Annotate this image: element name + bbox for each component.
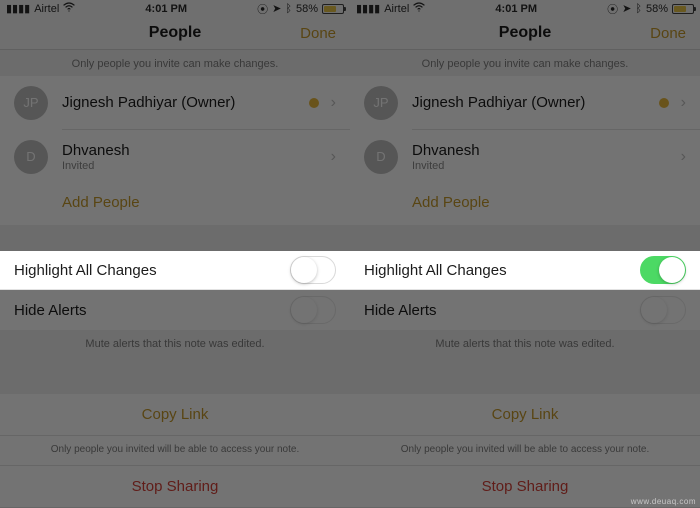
clock: 4:01 PM (495, 3, 537, 15)
setting-label: Hide Alerts (14, 302, 87, 319)
wifi-icon (63, 2, 75, 15)
avatar: D (14, 140, 48, 174)
location-icon: ➤ (272, 2, 281, 15)
mute-note: Mute alerts that this note was edited. (0, 330, 350, 374)
bluetooth-icon: ᛒ (285, 3, 292, 15)
setting-label: Hide Alerts (364, 302, 437, 319)
access-note: Only people you invited will be able to … (0, 436, 350, 466)
location-icon: ➤ (622, 2, 631, 15)
alarm-icon: ⦿ (607, 1, 618, 17)
battery-pct: 58% (646, 3, 668, 15)
watermark: www.deuaq.com (631, 497, 696, 506)
actions: Copy Link Only people you invited will b… (350, 394, 700, 508)
signal-icon: ▮▮▮▮ (356, 2, 380, 15)
carrier-label: Airtel (384, 3, 409, 15)
highlight-changes-row[interactable]: Highlight All Changes (0, 251, 350, 291)
bluetooth-icon: ᛒ (635, 3, 642, 15)
person-row-invited[interactable]: D Dhvanesh Invited › (0, 130, 350, 184)
person-status: Invited (62, 160, 323, 172)
battery-icon (672, 4, 694, 14)
highlight-changes-row[interactable]: Highlight All Changes (350, 251, 700, 291)
status-bar: ▮▮▮▮ Airtel 4:01 PM ⦿ ➤ ᛒ 58% (350, 0, 700, 17)
person-row-owner[interactable]: JP Jignesh Padhiyar (Owner) › (350, 76, 700, 130)
signal-icon: ▮▮▮▮ (6, 2, 30, 15)
wifi-icon (413, 2, 425, 15)
right-screenshot: ▮▮▮▮ Airtel 4:01 PM ⦿ ➤ ᛒ 58% People Don… (350, 0, 700, 508)
hide-alerts-toggle[interactable] (640, 296, 686, 324)
avatar: D (364, 140, 398, 174)
highlight-changes-toggle[interactable] (290, 256, 336, 284)
mute-note: Mute alerts that this note was edited. (350, 330, 700, 374)
chevron-right-icon: › (681, 148, 686, 166)
access-note: Only people you invited will be able to … (350, 436, 700, 466)
hide-alerts-row[interactable]: Hide Alerts (350, 290, 700, 330)
copy-link-button[interactable]: Copy Link (0, 394, 350, 436)
person-row-owner[interactable]: JP Jignesh Padhiyar (Owner) › (0, 76, 350, 130)
avatar: JP (364, 86, 398, 120)
status-bar: ▮▮▮▮ Airtel 4:01 PM ⦿ ➤ ᛒ 58% (0, 0, 350, 17)
invite-hint: Only people you invite can make changes. (350, 50, 700, 76)
page-title: People (149, 24, 201, 42)
setting-label: Highlight All Changes (14, 262, 157, 279)
done-button[interactable]: Done (650, 25, 686, 42)
left-screenshot: ▮▮▮▮ Airtel 4:01 PM ⦿ ➤ ᛒ 58% People Don… (0, 0, 350, 508)
battery-pct: 58% (296, 3, 318, 15)
avatar: JP (14, 86, 48, 120)
add-people-button[interactable]: Add People (0, 184, 350, 225)
person-name: Jignesh Padhiyar (Owner) (62, 94, 309, 111)
clock: 4:01 PM (145, 3, 187, 15)
owner-dot-icon (309, 98, 319, 108)
add-people-button[interactable]: Add People (350, 184, 700, 225)
chevron-right-icon: › (331, 94, 336, 112)
chevron-right-icon: › (331, 148, 336, 166)
people-list: JP Jignesh Padhiyar (Owner) › D Dhvanesh… (350, 76, 700, 225)
chevron-right-icon: › (681, 94, 686, 112)
hide-alerts-toggle[interactable] (290, 296, 336, 324)
alarm-icon: ⦿ (257, 1, 268, 17)
stop-sharing-button[interactable]: Stop Sharing (0, 466, 350, 508)
battery-icon (322, 4, 344, 14)
owner-dot-icon (659, 98, 669, 108)
done-button[interactable]: Done (300, 25, 336, 42)
copy-link-button[interactable]: Copy Link (350, 394, 700, 436)
person-name: Dhvanesh (412, 142, 673, 159)
hide-alerts-row[interactable]: Hide Alerts (0, 290, 350, 330)
carrier-label: Airtel (34, 3, 59, 15)
page-title: People (499, 24, 551, 42)
people-list: JP Jignesh Padhiyar (Owner) › D Dhvanesh… (0, 76, 350, 225)
person-name: Dhvanesh (62, 142, 323, 159)
person-row-invited[interactable]: D Dhvanesh Invited › (350, 130, 700, 184)
nav-bar: People Done (350, 17, 700, 50)
actions: Copy Link Only people you invited will b… (0, 394, 350, 508)
setting-label: Highlight All Changes (364, 262, 507, 279)
nav-bar: People Done (0, 17, 350, 50)
person-name: Jignesh Padhiyar (Owner) (412, 94, 659, 111)
highlight-changes-toggle[interactable] (640, 256, 686, 284)
invite-hint: Only people you invite can make changes. (0, 50, 350, 76)
person-status: Invited (412, 160, 673, 172)
